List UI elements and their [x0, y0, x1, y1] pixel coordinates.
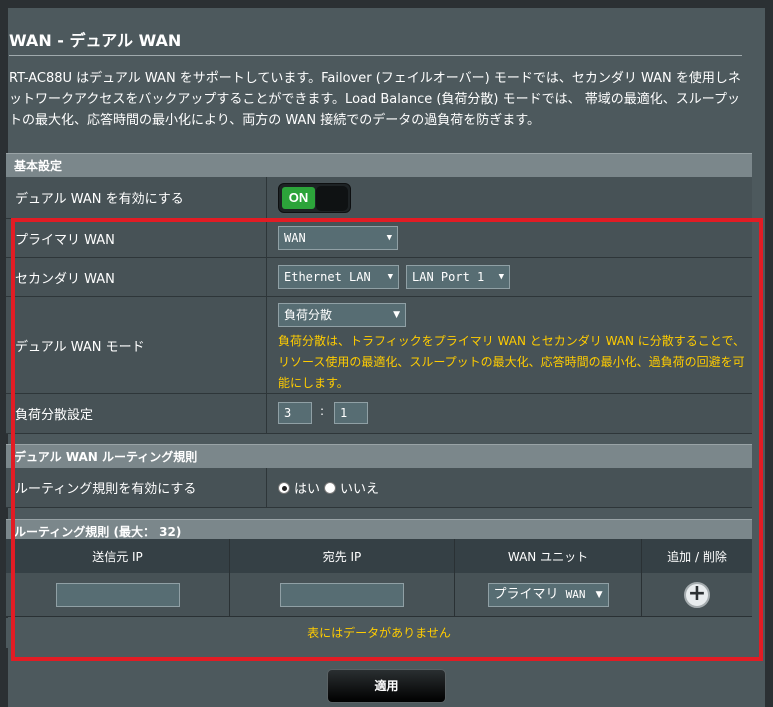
radio-no[interactable] — [324, 481, 337, 494]
table-empty-message: 表にはデータがありません — [6, 618, 752, 648]
secondary-port-select[interactable]: LAN Port 1 ▼ — [406, 265, 510, 289]
toggle-on-label: ON — [282, 187, 315, 209]
secondary-port-value: LAN Port 1 — [412, 270, 485, 284]
load-balance-separator: : — [320, 404, 325, 418]
routing-input-row: プライマリ WAN ▼ + — [6, 573, 752, 617]
chevron-down-icon: ▼ — [595, 589, 603, 600]
add-icon[interactable]: + — [684, 581, 710, 608]
radio-yes[interactable] — [278, 481, 290, 494]
column-source-ip: 送信元 IP — [6, 539, 230, 573]
dual-wan-mode-row: デュアル WAN モード 負荷分散 ▼ 負荷分散は、トラフィックをプライマリ W… — [6, 297, 752, 394]
chevron-down-icon: ▼ — [387, 272, 393, 282]
load-balance-label: 負荷分散設定 — [6, 394, 267, 433]
column-add-delete: 追加 / 削除 — [667, 549, 727, 564]
title-divider — [9, 55, 742, 56]
dual-wan-mode-note: 負荷分散は、トラフィックをプライマリ WAN とセカンダリ WAN に分散するこ… — [278, 334, 745, 390]
primary-wan-value: WAN — [284, 231, 306, 245]
dual-wan-toggle[interactable]: ON — [278, 183, 351, 213]
source-ip-input[interactable] — [55, 582, 180, 607]
destination-ip-input[interactable] — [280, 582, 404, 607]
secondary-wan-label: セカンダリ WAN — [6, 258, 267, 296]
wan-unit-select[interactable]: プライマリ WAN ▼ — [487, 582, 609, 607]
wan-unit-suffix: WAN — [565, 587, 586, 601]
load-balance-secondary-input[interactable]: 1 — [334, 402, 368, 424]
dual-wan-mode-label: デュアル WAN モード — [6, 297, 267, 393]
basic-settings-header: 基本設定 — [6, 153, 752, 177]
page-description: RT-AC88U はデュアル WAN をサポートしています。Failover (… — [9, 71, 741, 128]
apply-button[interactable]: 適用 — [327, 669, 446, 703]
enable-dual-wan-label: デュアル WAN を有効にする — [6, 177, 267, 218]
routing-rules-header: デュアル WAN ルーティング規則 — [6, 444, 752, 468]
chevron-down-icon: ▼ — [393, 310, 400, 320]
primary-wan-label: プライマリ WAN — [6, 219, 267, 257]
page-title: WAN - デュアル WAN — [9, 31, 182, 50]
radio-yes-label: はい — [294, 482, 321, 497]
secondary-wan-value: Ethernet LAN — [284, 270, 371, 284]
primary-wan-row: プライマリ WAN WAN ▼ — [6, 219, 752, 258]
primary-wan-select[interactable]: WAN ▼ — [278, 226, 398, 250]
dual-wan-mode-value: 負荷分散 — [284, 308, 333, 322]
chevron-down-icon: ▼ — [386, 233, 392, 243]
column-destination-ip: 宛先 IP — [230, 539, 455, 573]
toggle-knob — [316, 186, 348, 211]
load-balance-row: 負荷分散設定 3 : 1 — [6, 394, 752, 434]
routing-enable-row: ルーティング規則を有効にする はい いいえ — [6, 468, 752, 508]
radio-no-label: いいえ — [340, 482, 380, 497]
chevron-down-icon: ▼ — [498, 272, 504, 282]
secondary-wan-row: セカンダリ WAN Ethernet LAN ▼ LAN Port 1 ▼ — [6, 258, 752, 297]
wan-unit-value: プライマリ — [493, 586, 559, 602]
secondary-wan-select[interactable]: Ethernet LAN ▼ — [278, 265, 399, 289]
load-balance-primary-input[interactable]: 3 — [278, 402, 312, 424]
routing-enable-label: ルーティング規則を有効にする — [6, 468, 267, 507]
routing-table-columns: 送信元 IP 宛先 IP WAN ユニット 追加 / 削除 — [6, 539, 752, 573]
column-wan-unit: WAN ユニット — [455, 539, 642, 573]
enable-dual-wan-row: デュアル WAN を有効にする ON — [6, 177, 752, 219]
dual-wan-mode-select[interactable]: 負荷分散 ▼ — [278, 303, 406, 327]
